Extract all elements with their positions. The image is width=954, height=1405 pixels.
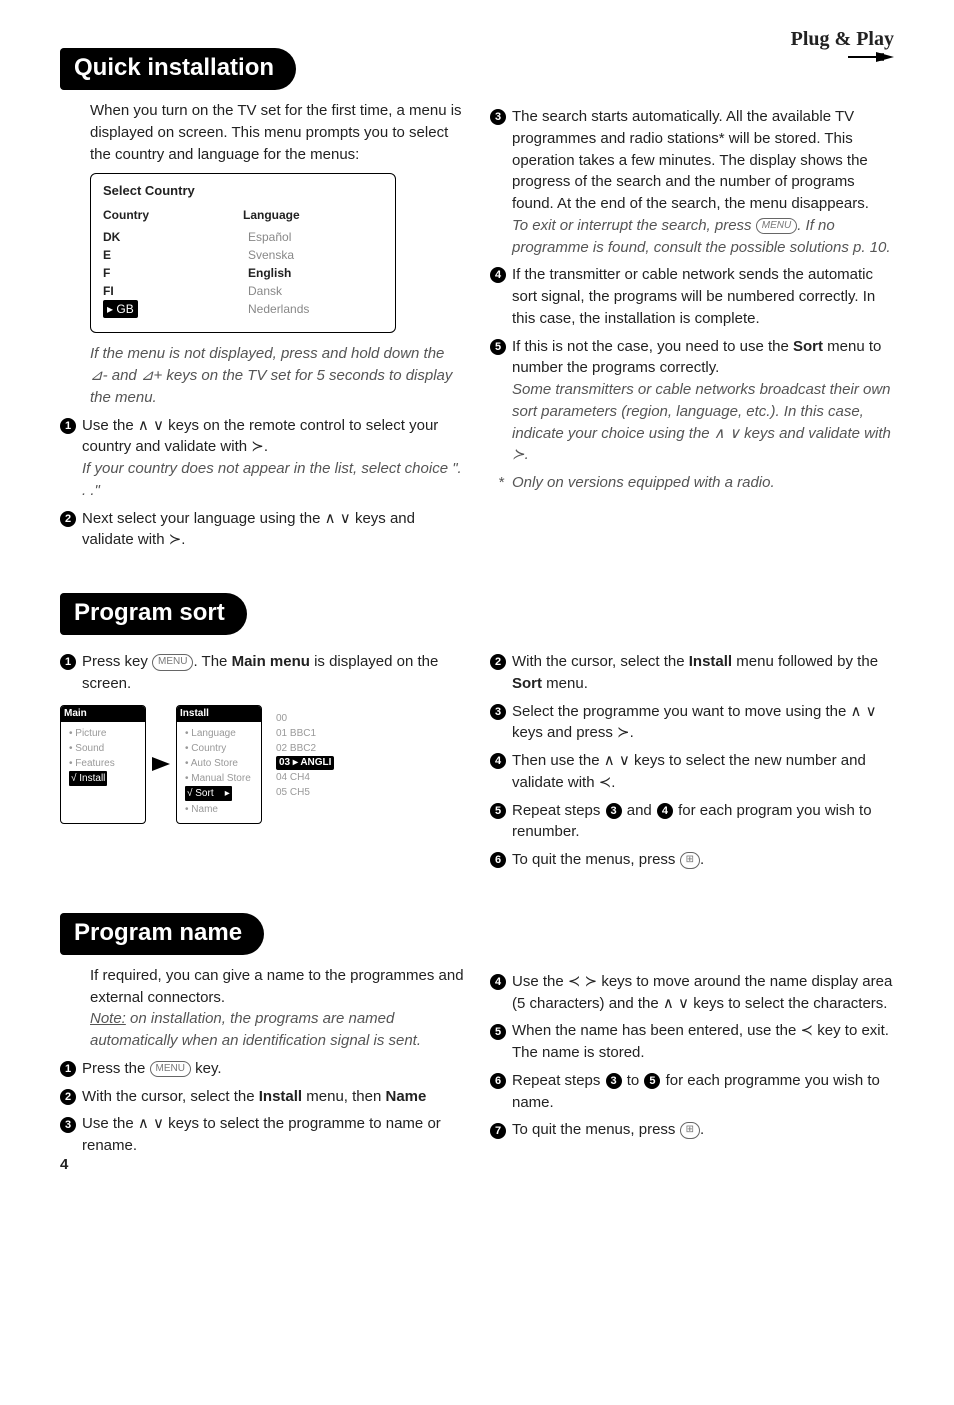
osd-select-country: Select Country Country Language DK E F F… [90, 173, 396, 333]
quick-step4: If the transmitter or cable network send… [512, 264, 894, 329]
osd-country-item: FI [103, 282, 238, 300]
panel-chan-item: 04 CH4 [276, 770, 344, 785]
osd-country-selected: ▸ GB [103, 300, 138, 318]
sort-step1: Press key MENU. The Main menu is display… [82, 651, 464, 695]
menu-key-icon: MENU [150, 1061, 191, 1078]
osd-lang-selected: English [248, 264, 383, 282]
menu-key-icon: MENU [152, 654, 193, 671]
panel-install-item: • Manual Store [185, 771, 253, 786]
page-number: 4 [60, 1156, 68, 1173]
quick-step2: Next select your language using the ∧ ∨ … [82, 508, 464, 552]
quick-step3: The search starts automatically. All the… [512, 108, 869, 212]
step-3-icon: 3 [490, 109, 506, 125]
name-step-1-icon: 1 [60, 1061, 76, 1077]
brand-logo: Plug & Play [791, 28, 894, 63]
sort-step4: Then use the ∧ ∨ keys to select the new … [512, 750, 894, 794]
name-step2: With the cursor, select the Install menu… [82, 1086, 464, 1108]
name-step-4-icon: 4 [490, 974, 506, 990]
name-step-7-icon: 7 [490, 1123, 506, 1139]
ref-step-5-icon: 5 [644, 1073, 660, 1089]
asterisk-icon: * [490, 472, 512, 492]
quick-step5-note: Some transmitters or cable networks broa… [512, 381, 891, 463]
panel-main-item: • Features [69, 756, 137, 771]
panel-main-selected: √ Install [69, 771, 107, 786]
sort-step3: Select the programme you want to move us… [512, 701, 894, 745]
panel-install-hdr: Install [177, 706, 261, 723]
step-1-icon: 1 [60, 418, 76, 434]
sort-step5: Repeat steps 3 and 4 for each program yo… [512, 800, 894, 844]
sort-step-5-icon: 5 [490, 803, 506, 819]
panel-main-item: • Sound [69, 741, 137, 756]
sort-step-4-icon: 4 [490, 753, 506, 769]
osd-country-item: F [103, 264, 238, 282]
sort-step-6-icon: 6 [490, 852, 506, 868]
panel-chan-item: 00 [276, 711, 344, 726]
panel-install-item: • Country [185, 741, 253, 756]
panel-main-hdr: Main [61, 706, 145, 723]
quick-footnote: Only on versions equipped with a radio. [512, 472, 894, 494]
step-5-icon: 5 [490, 339, 506, 355]
name-intro: If required, you can give a name to the … [90, 965, 464, 1009]
panel-install: Install • Language • Country • Auto Stor… [176, 705, 262, 824]
name-intro-note: Note: Note: on installation, the program… [90, 1008, 464, 1052]
osd-country-item: DK [103, 228, 238, 246]
step-4-icon: 4 [490, 267, 506, 283]
menu-key-icon: MENU [756, 218, 797, 235]
quick-step5a: If this is not the case, you need to use… [512, 338, 793, 355]
quick-step5b: Sort [793, 338, 823, 355]
plug-icon [848, 51, 894, 63]
panel-install-item: • Auto Store [185, 756, 253, 771]
quick-step1: Use the ∧ ∨ keys on the remote control t… [82, 417, 438, 456]
panel-main-item: • Picture [69, 726, 137, 741]
name-step-6-icon: 6 [490, 1073, 506, 1089]
quick-step1-note: If your country does not appear in the l… [82, 460, 462, 499]
exit-key-icon: ⊞ [680, 852, 700, 869]
panel-main: Main • Picture • Sound • Features √ Inst… [60, 705, 146, 824]
osd-title: Select Country [103, 182, 383, 201]
panel-install-item: • Name [185, 802, 253, 817]
name-step6: Repeat steps 3 to 5 for each programme y… [512, 1070, 894, 1114]
name-step-5-icon: 5 [490, 1024, 506, 1040]
osd-menu-panels: Main • Picture • Sound • Features √ Inst… [60, 705, 464, 824]
panel-chan-item: 01 BBC1 [276, 726, 344, 741]
panel-arrow-icon [152, 705, 170, 824]
sort-step-3-icon: 3 [490, 704, 506, 720]
osd-lang-item: Dansk [248, 282, 383, 300]
sort-step-1-icon: 1 [60, 654, 76, 670]
name-step7: To quit the menus, press ⊞. [512, 1119, 894, 1141]
osd-lang-item: Nederlands [248, 300, 383, 318]
osd-col-country: Country [103, 207, 243, 224]
name-step3: Use the ∧ ∨ keys to select the programme… [82, 1113, 464, 1157]
osd-country-item: E [103, 246, 238, 264]
ref-step-3-icon: 3 [606, 803, 622, 819]
quick-step3-note: To exit or interrupt the search, press M… [512, 217, 891, 256]
quick-intro: When you turn on the TV set for the firs… [90, 100, 464, 165]
osd-lang-item: Svenska [248, 246, 383, 264]
brand-text: Plug & Play [791, 28, 894, 50]
name-step1: Press the MENU key. [82, 1058, 464, 1080]
name-step5: When the name has been entered, use the … [512, 1020, 894, 1064]
name-step-3-icon: 3 [60, 1117, 76, 1133]
panel-chan-selected: 03 ▸ ANGLI [276, 756, 334, 771]
osd-lang-item: Español [248, 228, 383, 246]
osd-col-language: Language [243, 207, 383, 224]
sort-step2: With the cursor, select the Install menu… [512, 651, 894, 695]
step-2-icon: 2 [60, 511, 76, 527]
panel-install-item: • Language [185, 726, 253, 741]
ref-step-3-icon: 3 [606, 1073, 622, 1089]
sort-step-2-icon: 2 [490, 654, 506, 670]
panel-install-selected: √ Sort ▸ [185, 786, 232, 801]
section-title-name: Program name [60, 913, 264, 955]
quick-note1: If the menu is not displayed, press and … [90, 343, 464, 408]
sort-step6: To quit the menus, press ⊞. [512, 849, 894, 871]
name-step4: Use the ≺ ≻ keys to move around the name… [512, 971, 894, 1015]
ref-step-4-icon: 4 [657, 803, 673, 819]
panel-chan-item: 02 BBC2 [276, 741, 344, 756]
section-title-sort: Program sort [60, 593, 247, 635]
exit-key-icon: ⊞ [680, 1122, 700, 1139]
panel-channels: 00 01 BBC1 02 BBC2 03 ▸ ANGLI 04 CH4 05 … [268, 705, 352, 824]
section-title-quick: Quick installation [60, 48, 296, 90]
panel-chan-item: 05 CH5 [276, 785, 344, 800]
name-step-2-icon: 2 [60, 1089, 76, 1105]
